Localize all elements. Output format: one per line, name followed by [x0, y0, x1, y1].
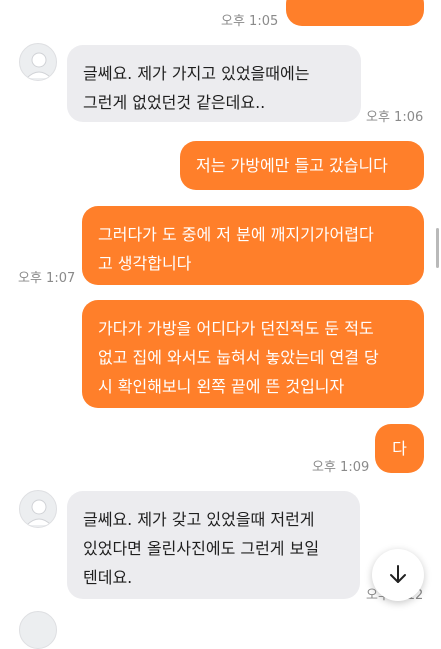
- avatar[interactable]: [19, 490, 57, 528]
- default-profile-icon: [26, 499, 52, 526]
- message-time: 오후 1:07: [18, 271, 76, 286]
- message-time: 오후 1:09: [312, 460, 370, 475]
- message-bubble-incoming[interactable]: 글쎄요. 제가 가지고 있었을때에는 그런게 없었던것 같은데요..: [67, 45, 361, 122]
- message-text-line: 글쎄요. 제가 갖고 있었을때 저런게: [83, 510, 315, 529]
- avatar[interactable]: [19, 43, 57, 81]
- message-text-line: 저는 가방에만 들고 갔습니다: [196, 156, 388, 175]
- message-text-line: 글쎄요. 제가 가지고 있었을때에는: [83, 64, 310, 83]
- message-bubble-outgoing[interactable]: 가다가 가방을 어디다가 던진적도 둔 적도 없고 집에 와서도 눕혀서 놓았는…: [82, 300, 424, 408]
- default-profile-icon: [26, 52, 52, 79]
- scrollbar[interactable]: [436, 228, 439, 268]
- scroll-to-bottom-button[interactable]: [372, 549, 424, 601]
- message-text-line: 다: [392, 439, 407, 458]
- message-text-line: 없고 집에 와서도 눕혀서 놓았는데 연결 당: [98, 348, 379, 367]
- message-text-line: 있었다면 올린사진에도 그런게 보일: [83, 539, 320, 558]
- message-bubble-outgoing[interactable]: 그러다가 도 중에 저 분에 깨지기가어렵다 고 생각합니다: [82, 206, 424, 285]
- message-text-line: 그런게 없었던것 같은데요..: [83, 93, 266, 112]
- message-bubble-outgoing[interactable]: 다: [375, 424, 424, 473]
- message-text-line: 텐데요.: [83, 568, 133, 587]
- message-bubble-outgoing[interactable]: 저는 가방에만 들고 갔습니다: [180, 141, 424, 190]
- message-text-line: 가다가 가방을 어디다가 던진적도 둔 적도: [98, 319, 374, 338]
- message-time: 오후 1:05: [221, 14, 279, 29]
- message-bubble-outgoing-partial[interactable]: [286, 0, 424, 26]
- message-text-line: 시 확인해보니 왼쪽 끝에 뜬 것입니자: [98, 377, 345, 396]
- message-text-line: 그러다가 도 중에 저 분에 깨지기가어렵다: [98, 225, 374, 244]
- avatar[interactable]: [19, 611, 57, 649]
- message-bubble-incoming[interactable]: 글쎄요. 제가 갖고 있었을때 저런게 있었다면 올린사진에도 그런게 보일 텐…: [67, 491, 360, 599]
- message-time: 오후 1:06: [366, 110, 424, 125]
- message-text-line: 고 생각합니다: [98, 254, 192, 273]
- arrow-down-icon: [390, 565, 406, 583]
